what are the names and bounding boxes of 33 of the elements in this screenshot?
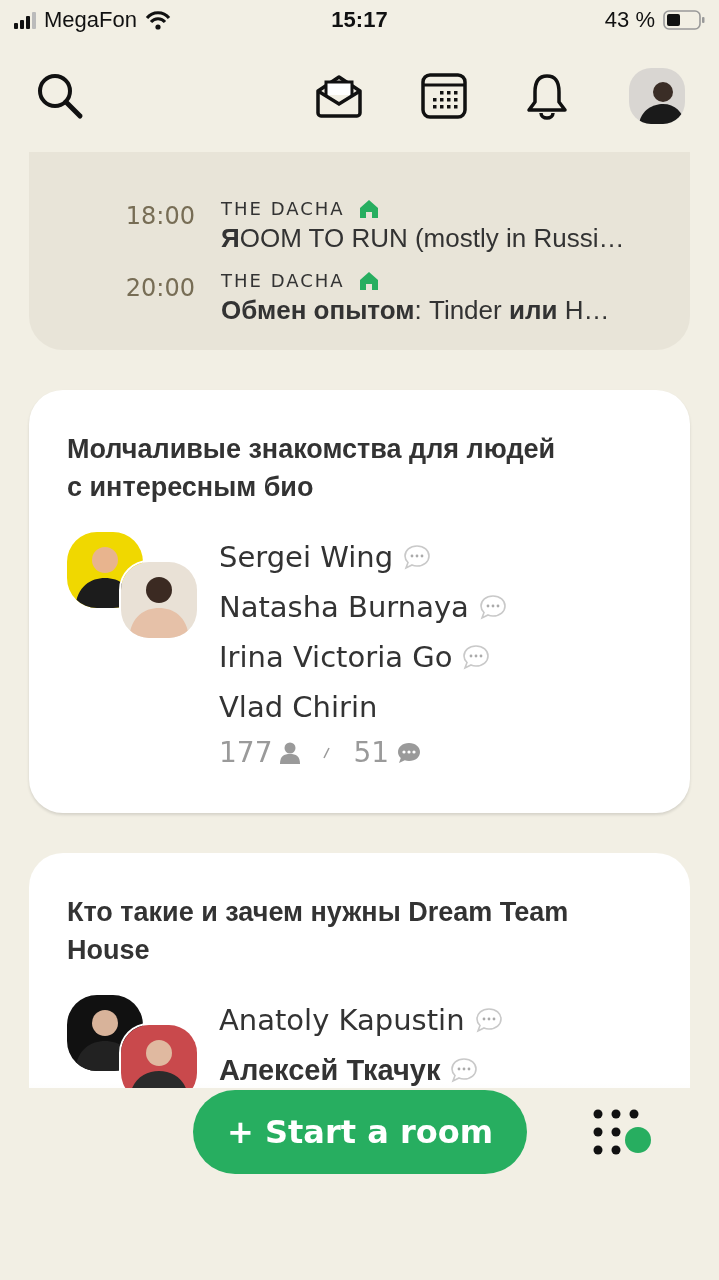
avatar[interactable] [629,68,685,124]
person-icon [280,741,301,764]
event-title[interactable]: Обмен опытом: Tinder или Н… [221,295,610,326]
room-card[interactable]: Кто такие и зачем нужны Dream Team House Anatoly Kapustin Алексей Ткачук [29,853,690,1088]
battery-percent: 43 % [604,7,655,33]
event-title[interactable]: ЯOOM TO RUN (mostly in Russi… [221,223,625,254]
room-card[interactable]: Молчаливые знакомства для людей с интересным био Sergei Wing Natasha Burnaya Irina Victoria Go Vlad Chirin 177 51 [29,390,690,813]
speaker-name: Sergei Wing [219,540,394,574]
slash-icon [322,746,332,759]
speaker-name: Vlad Chirin [219,690,378,724]
speaker-name: Anatoly Kapustin [219,1003,465,1037]
club-name: THE DACHA [221,270,345,291]
event-time: 20:00 [124,273,195,304]
chat-icon [397,741,422,764]
message-count: 51 [353,736,390,769]
bell-icon[interactable] [525,72,569,120]
room-title: Молчаливые знакомства для людей с интересным био [67,433,557,504]
search-icon[interactable] [36,72,84,120]
signal-icon [14,11,36,29]
club-name: THE DACHA [221,198,345,219]
carrier-name: MegaFon [44,7,137,33]
clock: 15:17 [331,7,388,33]
dots-grid-icon[interactable] [592,1108,652,1156]
battery-icon [663,10,705,30]
room-title: Кто такие и зачем нужны Dream Team House [67,896,570,967]
speaker-name: Irina Victoria Go [219,640,453,674]
event-time: 18:00 [124,201,195,232]
speaker-name: Алексей Ткачук [219,1053,441,1087]
calendar-icon[interactable] [421,73,467,119]
speaker-name: Natasha Burnaya [219,590,469,624]
envelope-icon[interactable] [315,73,363,119]
wifi-icon [144,10,171,30]
listener-count: 177 [219,736,273,769]
